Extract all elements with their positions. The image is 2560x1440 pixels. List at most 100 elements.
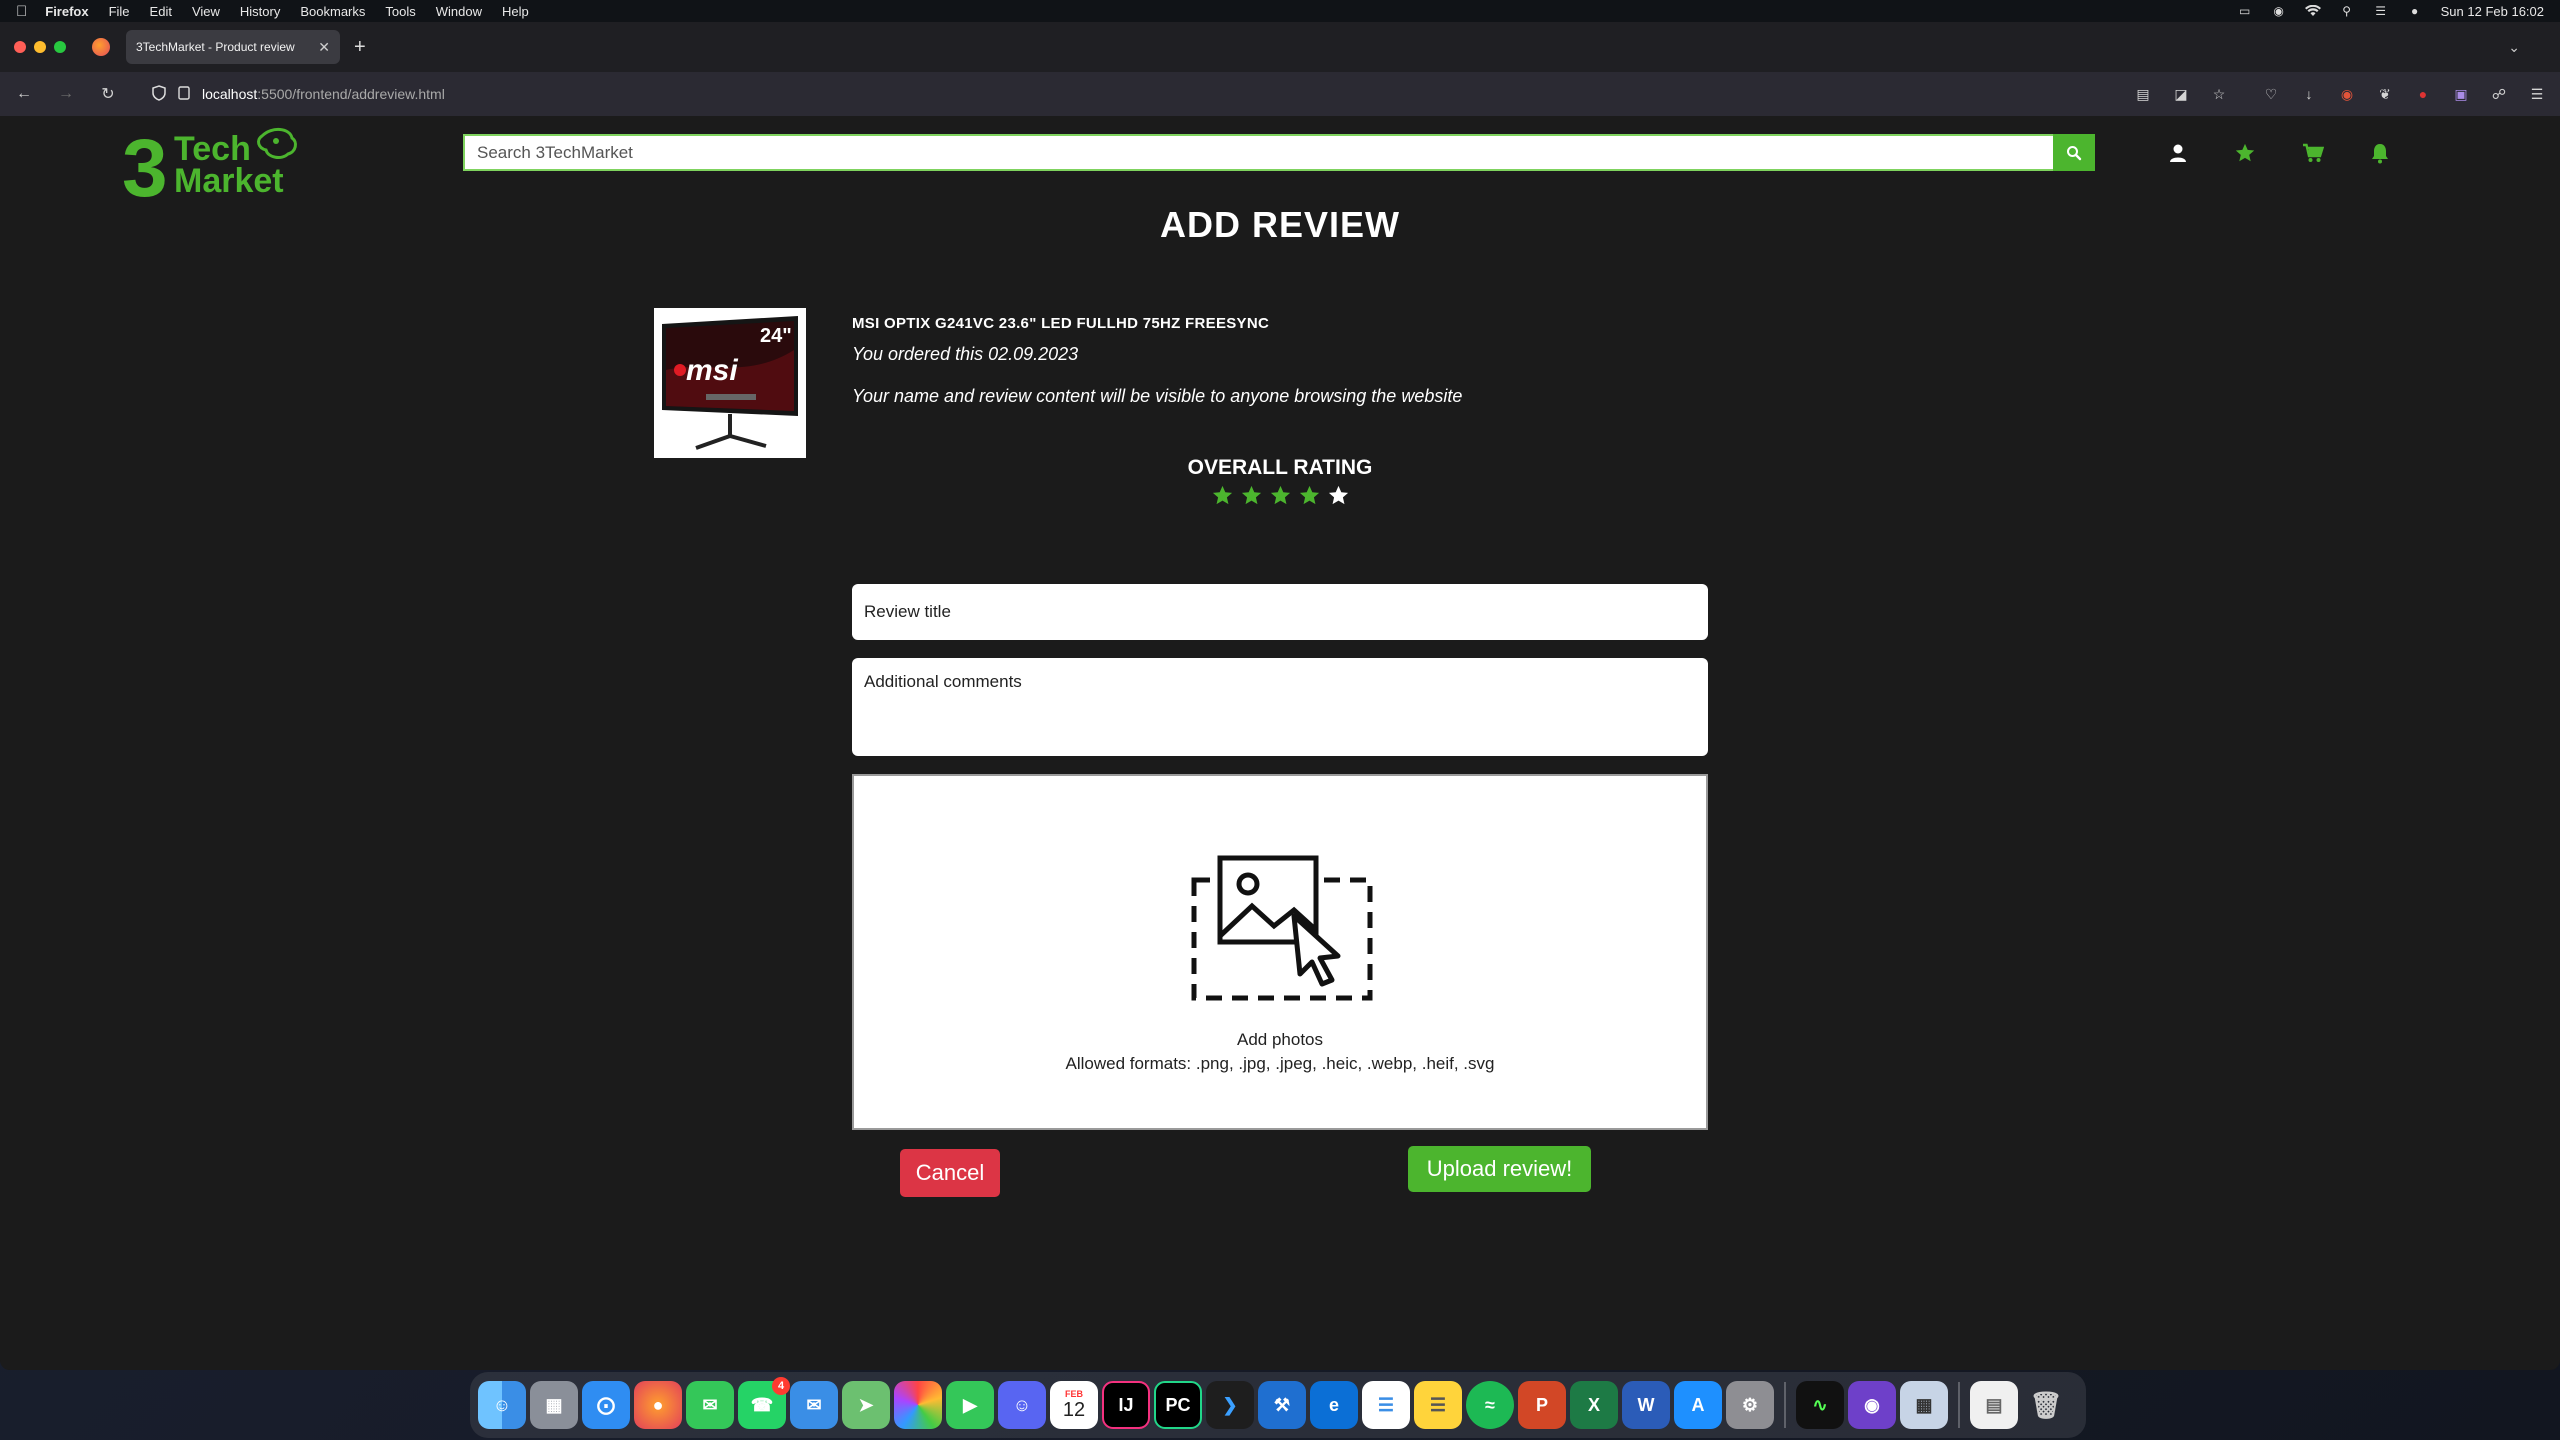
dock-preview-icon[interactable]: ▦	[1900, 1381, 1948, 1429]
siri-icon[interactable]: ●	[2407, 4, 2423, 18]
dock-github-icon[interactable]: ◉	[1848, 1381, 1896, 1429]
extensions-puzzle-icon[interactable]: ☍	[2490, 85, 2508, 103]
dock-vscode-icon[interactable]: ❯	[1206, 1381, 1254, 1429]
dock-settings-icon[interactable]: ⚙	[1726, 1381, 1774, 1429]
photo-dropzone[interactable]: Add photos Allowed formats: .png, .jpg, …	[852, 774, 1708, 1130]
apple-menu-icon[interactable]: 	[16, 3, 27, 20]
toolbar-extensions: ♡ ↓ ◉ ❦ ● ▣ ☍ ☰	[2262, 85, 2546, 103]
pocket-icon[interactable]: ♡	[2262, 85, 2280, 103]
dock-discord-icon[interactable]: ☺	[998, 1381, 1046, 1429]
dock-intellij-icon[interactable]: IJ	[1102, 1381, 1150, 1429]
dock-edge-icon[interactable]: e	[1310, 1381, 1358, 1429]
close-tab-icon[interactable]: ✕	[318, 39, 330, 56]
extension-red-icon[interactable]: ●	[2414, 85, 2432, 103]
menu-tools[interactable]: Tools	[385, 4, 415, 19]
wifi-icon[interactable]	[2304, 5, 2321, 17]
dock-activity-monitor-icon[interactable]: ∿	[1796, 1381, 1844, 1429]
dock-documents-icon[interactable]: ▤	[1970, 1381, 2018, 1429]
minimize-window-button[interactable]	[34, 41, 46, 53]
menu-file[interactable]: File	[109, 4, 130, 19]
page-info-icon[interactable]	[178, 85, 190, 103]
dock-whatsapp-icon[interactable]: ☎ 4	[738, 1377, 790, 1429]
dock-facetime-icon[interactable]: ▶	[946, 1381, 994, 1429]
reader-view-icon[interactable]: ▤	[2134, 85, 2152, 103]
reload-icon[interactable]: ↻	[98, 84, 118, 104]
dock-reminders-icon[interactable]: ☰	[1362, 1381, 1410, 1429]
menu-history[interactable]: History	[240, 4, 280, 19]
display-icon[interactable]: ▭	[2237, 4, 2253, 18]
dock-launchpad-icon[interactable]: ▦	[530, 1381, 578, 1429]
page-content: 3 Tech Market Search 3TechMarket ADD REV…	[0, 116, 2560, 1370]
star-filled-icon[interactable]	[1269, 484, 1292, 507]
close-window-button[interactable]	[14, 41, 26, 53]
dock-separator	[1784, 1382, 1786, 1428]
dock-messages-icon[interactable]: ✉	[686, 1381, 734, 1429]
privacy-note: Your name and review content will be vis…	[852, 386, 1463, 406]
dock-mail-icon[interactable]: ✉	[790, 1381, 838, 1429]
review-title-input[interactable]	[852, 584, 1708, 640]
ublock-icon[interactable]: ◉	[2338, 85, 2356, 103]
search-icon	[2067, 145, 2082, 160]
bookmark-star-icon[interactable]: ☆	[2210, 85, 2228, 103]
forward-icon[interactable]: →	[56, 85, 76, 103]
search-button[interactable]	[2053, 134, 2095, 171]
calendar-day: 12	[1062, 1398, 1086, 1421]
upload-review-button[interactable]: Upload review!	[1408, 1146, 1591, 1192]
tab-list-chevron-icon[interactable]: ⌄	[2508, 39, 2520, 56]
menu-bookmarks[interactable]: Bookmarks	[300, 4, 365, 19]
menu-app-name[interactable]: Firefox	[45, 4, 88, 19]
firefox-view-icon[interactable]	[92, 38, 110, 56]
clock[interactable]: Sun 12 Feb 16:02	[2441, 4, 2544, 19]
dock-trash-icon[interactable]: 🗑	[2022, 1381, 2070, 1429]
browser-tab[interactable]: 3TechMarket - Product review ✕	[126, 30, 340, 64]
dock-powerpoint-icon[interactable]: P	[1518, 1381, 1566, 1429]
app-menu-icon[interactable]: ☰	[2528, 85, 2546, 103]
cancel-button[interactable]: Cancel	[900, 1149, 1000, 1197]
dock-safari-icon[interactable]: ⨀	[582, 1381, 630, 1429]
search-bar	[463, 134, 2095, 171]
dock-excel-icon[interactable]: X	[1570, 1381, 1618, 1429]
dock-calendar-icon[interactable]: FEB 12	[1050, 1381, 1098, 1429]
dock-word-icon[interactable]: W	[1622, 1381, 1670, 1429]
dock-appstore-icon[interactable]: A	[1674, 1381, 1722, 1429]
star-empty-icon[interactable]	[1327, 484, 1350, 507]
dock: ☺ ▦ ⨀ ● ✉ ☎ 4 ✉ ➤ ▶ ☺ FEB 12 IJ PC ❯ ⚒ e …	[470, 1372, 2086, 1438]
account-icon[interactable]	[2168, 140, 2188, 166]
star-filled-icon[interactable]	[1211, 484, 1234, 507]
dock-maps-icon[interactable]: ➤	[842, 1381, 890, 1429]
url-bar[interactable]: localhost:5500/frontend/addreview.html ▤…	[140, 78, 2240, 110]
favorites-star-icon[interactable]	[2234, 140, 2256, 166]
dock-finder-icon[interactable]: ☺	[478, 1381, 526, 1429]
notifications-bell-icon[interactable]	[2370, 140, 2390, 166]
dock-spotify-icon[interactable]: ≈	[1466, 1381, 1514, 1429]
shield-icon[interactable]	[152, 84, 166, 104]
play-icon[interactable]: ◉	[2271, 4, 2287, 18]
cart-icon[interactable]	[2302, 140, 2324, 166]
page-title: ADD REVIEW	[1159, 204, 1400, 245]
control-center-icon[interactable]: ☰	[2373, 4, 2389, 18]
comments-textarea[interactable]	[852, 658, 1708, 756]
window-controls	[14, 41, 66, 53]
back-icon[interactable]: ←	[14, 85, 34, 103]
dock-firefox-icon[interactable]: ●	[634, 1381, 682, 1429]
dock-notes-icon[interactable]: ☰	[1414, 1381, 1462, 1429]
order-date: You ordered this 02.09.2023	[852, 344, 1079, 364]
spotlight-icon[interactable]: ⚲	[2339, 4, 2355, 18]
zoom-window-button[interactable]	[54, 41, 66, 53]
dock-pycharm-icon[interactable]: PC	[1154, 1381, 1202, 1429]
menu-help[interactable]: Help	[502, 4, 529, 19]
site-logo[interactable]: 3 Tech Market	[122, 123, 304, 214]
star-filled-icon[interactable]	[1298, 484, 1321, 507]
menu-window[interactable]: Window	[436, 4, 482, 19]
translate-icon[interactable]: ◪	[2172, 85, 2190, 103]
dock-photos-icon[interactable]	[894, 1381, 942, 1429]
extension-feather-icon[interactable]: ❦	[2376, 85, 2394, 103]
menu-view[interactable]: View	[192, 4, 220, 19]
extension-purple-icon[interactable]: ▣	[2452, 85, 2470, 103]
star-filled-icon[interactable]	[1240, 484, 1263, 507]
menu-edit[interactable]: Edit	[150, 4, 172, 19]
dock-xcode-icon[interactable]: ⚒	[1258, 1381, 1306, 1429]
new-tab-icon[interactable]: +	[354, 36, 366, 59]
downloads-icon[interactable]: ↓	[2300, 85, 2318, 103]
search-input[interactable]	[463, 134, 2053, 171]
